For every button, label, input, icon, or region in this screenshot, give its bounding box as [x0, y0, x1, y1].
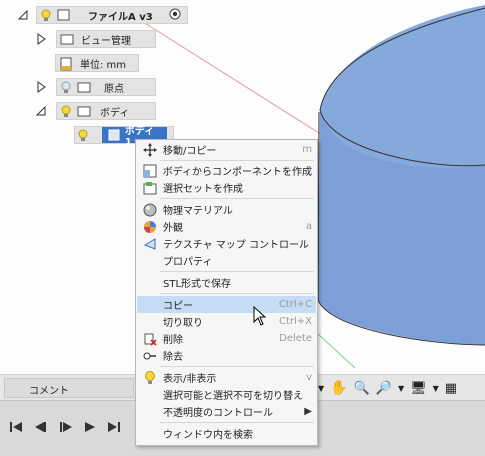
dropdown-arrow-icon[interactable]: ▼: [433, 384, 439, 393]
menu-item-cut[interactable]: 切り取り Ctrl+X: [137, 313, 316, 330]
go-to-end-icon[interactable]: [106, 419, 122, 435]
tree-node-origin[interactable]: 原点: [56, 78, 156, 96]
menu-item-create-selection-set[interactable]: 選択セットを作成: [137, 179, 316, 196]
expand-triangle-icon[interactable]: [36, 81, 46, 93]
menu-item-appearance[interactable]: 外観 a: [137, 218, 316, 235]
menu-item-find-in-window[interactable]: ウィンドウ内を検索: [137, 425, 316, 442]
menu-item-toggle-selectable[interactable]: 選択可能と選択不可を切り替え: [137, 386, 316, 403]
tree-row-view: ビュー管理: [36, 30, 156, 48]
x-axis-line: [139, 19, 331, 141]
menu-item-physical-material[interactable]: 物理マテリアル: [137, 201, 316, 218]
collapse-triangle-icon[interactable]: [36, 105, 46, 117]
menu-item-properties[interactable]: プロパティ: [137, 252, 316, 269]
material-icon: [142, 203, 158, 217]
texture-map-icon: [142, 237, 158, 251]
tree-node-label: ボディ: [100, 107, 130, 119]
component-icon: [142, 164, 158, 178]
body-cube-icon: [108, 129, 122, 141]
dropdown-arrow-icon[interactable]: ▼: [318, 384, 324, 393]
units-doc-icon: [59, 57, 73, 71]
context-menu: 移動/コピー m ボディからコンポーネントを作成 選択セットを作成 物理マテリア…: [135, 139, 318, 446]
comment-field[interactable]: コメント: [4, 378, 134, 398]
mouse-cursor-icon: [253, 305, 267, 329]
lightbulb-icon[interactable]: [60, 105, 71, 118]
menu-separator: [160, 160, 314, 161]
menu-item-move-copy[interactable]: 移動/コピー m: [137, 141, 316, 158]
folder-icon: [77, 105, 91, 117]
menu-separator: [160, 271, 314, 272]
selection-set-icon: [142, 181, 158, 195]
menu-item-copy[interactable]: コピー Ctrl+C: [137, 296, 316, 313]
lightbulb-icon: [142, 370, 158, 385]
menu-item-opacity-control[interactable]: 不透明度のコントロール ▶: [137, 403, 316, 420]
menu-item-remove[interactable]: 除去: [137, 347, 316, 364]
lightbulb-icon[interactable]: [78, 129, 89, 142]
tree-node-view[interactable]: ビュー管理: [56, 30, 156, 48]
folder-icon: [60, 33, 74, 45]
display-settings-icon[interactable]: 🖥: [410, 381, 427, 396]
green-axis-line: [317, 333, 356, 369]
delete-icon: [142, 332, 158, 346]
tree-row-units: 単位: mm: [55, 54, 139, 72]
tree-node-label: 単位: mm: [80, 59, 127, 71]
go-to-start-icon[interactable]: [8, 419, 24, 435]
activate-radio-icon[interactable]: [169, 8, 181, 23]
tree-root-node[interactable]: ファイルA v3: [36, 6, 188, 24]
tree-root-label: ファイルA v3: [88, 11, 153, 23]
lightbulb-icon[interactable]: [40, 9, 51, 22]
collapse-triangle-icon[interactable]: [18, 9, 28, 21]
menu-separator: [160, 198, 314, 199]
navigation-toolbar: ▼ ✋ 🔍 🔎 ▼ 🖥 ▼ ▦: [318, 378, 485, 398]
play-icon[interactable]: [58, 419, 74, 435]
menu-item-save-stl[interactable]: STL形式で保存: [137, 274, 316, 291]
tree-node-label: 原点: [104, 83, 124, 95]
pan-hand-icon[interactable]: ✋: [330, 380, 347, 396]
zoom-window-icon[interactable]: 🔎: [376, 381, 392, 396]
menu-separator: [160, 293, 314, 294]
document-icon: [57, 9, 71, 21]
tree-node-bodies[interactable]: ボディ: [56, 102, 156, 120]
submenu-arrow-icon: ▶: [304, 406, 312, 417]
tree-row-bodies: ボディ: [36, 102, 156, 120]
menu-item-texture-map[interactable]: テクスチャ マップ コントロール: [137, 235, 316, 252]
menu-item-show-hide[interactable]: 表示/非表示 v: [137, 369, 316, 386]
grid-icon[interactable]: ▦: [445, 381, 457, 396]
tree-node-units[interactable]: 単位: mm: [55, 54, 139, 72]
folder-icon: [77, 81, 91, 93]
comment-label: コメント: [29, 386, 69, 397]
expand-triangle-icon[interactable]: [36, 33, 46, 45]
tree-row-origin: 原点: [36, 78, 156, 96]
menu-separator: [160, 422, 314, 423]
remove-icon: [142, 349, 158, 363]
step-back-icon[interactable]: [32, 419, 48, 435]
menu-item-create-component[interactable]: ボディからコンポーネントを作成: [137, 162, 316, 179]
step-forward-icon[interactable]: [82, 419, 98, 435]
appearance-icon: [142, 220, 158, 234]
tree-root-row: ファイルA v3: [18, 6, 188, 24]
move-icon: [142, 142, 158, 157]
cylinder-top: [320, 5, 485, 168]
dropdown-arrow-icon[interactable]: ▼: [398, 384, 404, 393]
lightbulb-off-icon[interactable]: [60, 81, 71, 94]
tree-node-label: ビュー管理: [81, 35, 131, 47]
zoom-icon[interactable]: 🔍: [354, 381, 370, 396]
menu-item-delete[interactable]: 削除 Delete: [137, 330, 316, 347]
menu-separator: [160, 366, 314, 367]
